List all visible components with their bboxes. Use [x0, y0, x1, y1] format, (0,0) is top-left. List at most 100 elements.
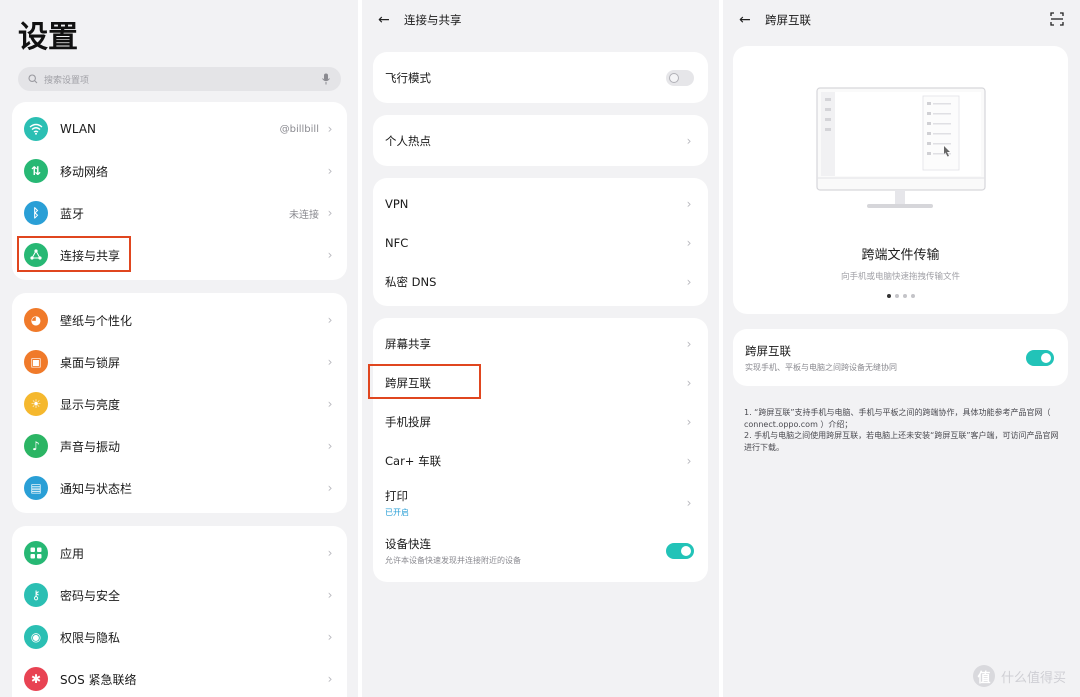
wlan-label: WLAN	[60, 122, 97, 136]
settings-item-sound-vibration[interactable]: ♪ 声音与振动 ›	[12, 425, 347, 467]
print-status: 已开启	[385, 508, 409, 517]
quick-connect-row[interactable]: 设备快连 允许本设备快速发现并连接附近的设备	[373, 528, 708, 574]
print-label: 打印	[385, 489, 408, 503]
apps-icon	[24, 541, 48, 565]
quick-connect-label: 设备快连	[385, 537, 431, 551]
nfc-row[interactable]: NFC ›	[373, 223, 708, 262]
chevron-right-icon: ›	[327, 313, 333, 327]
private-dns-label: 私密 DNS	[385, 274, 437, 289]
sun-icon: ☀	[24, 392, 48, 416]
carplus-row[interactable]: Car+ 车联 ›	[373, 441, 708, 480]
cross-screen-toggle-desc: 实现手机、平板与电脑之间跨设备无缝协同	[745, 362, 897, 372]
settings-item-bluetooth[interactable]: ᛒ 蓝牙 未连接 ›	[12, 192, 347, 234]
back-arrow-icon[interactable]: ←	[739, 12, 755, 28]
settings-item-apps[interactable]: 应用 ›	[12, 532, 347, 574]
page-dot[interactable]	[910, 294, 915, 298]
chevron-right-icon: ›	[327, 122, 333, 136]
watermark: 值 什么值得买	[972, 665, 1066, 687]
settings-item-display-brightness[interactable]: ☀ 显示与亮度 ›	[12, 383, 347, 425]
key-icon: ⚷	[24, 583, 48, 607]
apps-label: 应用	[60, 546, 85, 561]
chevron-right-icon: ›	[686, 375, 692, 390]
microphone-icon[interactable]	[321, 73, 331, 85]
notes: 1. “跨屏互联”支持手机与电脑、手机与平板之间的跨端协作，具体功能参考产品官网…	[744, 407, 1064, 453]
wallpaper-label: 壁纸与个性化	[60, 313, 133, 328]
print-row[interactable]: 打印 已开启 ›	[373, 480, 708, 526]
bluetooth-value: 未连接	[289, 209, 319, 221]
settings-item-mobile-network[interactable]: ⇅ 移动网络 ›	[12, 150, 347, 192]
quick-connect-toggle[interactable]	[666, 543, 694, 559]
settings-panel: 设置 搜索设置项 WLAN @billbill › ⇅ 移动网络 › ᛒ 蓝牙 …	[0, 0, 358, 697]
search-icon	[28, 74, 38, 84]
settings-item-sos[interactable]: ✱ SOS 紧急联络 ›	[12, 658, 347, 697]
carplus-label: Car+ 车联	[385, 453, 442, 468]
watermark-text: 什么值得买	[1000, 670, 1066, 686]
chevron-right-icon: ›	[686, 196, 692, 211]
search-placeholder: 搜索设置项	[44, 75, 90, 86]
page-dot[interactable]	[894, 294, 899, 298]
connection-sharing-panel: ← 连接与共享 飞行模式 个人热点 › VPN › NFC › 私密 DNS ›…	[362, 0, 719, 697]
watermark-logo-icon: 值	[972, 665, 995, 687]
page-title: 连接与共享	[404, 13, 462, 27]
notification-statusbar-label: 通知与状态栏	[60, 481, 133, 496]
mobile-network-label: 移动网络	[60, 164, 109, 179]
page-indicator[interactable]	[733, 294, 1068, 298]
phone-cast-label: 手机投屏	[385, 414, 431, 429]
search-input[interactable]: 搜索设置项	[18, 67, 341, 91]
page-dot[interactable]	[902, 294, 907, 298]
vpn-row[interactable]: VPN ›	[373, 184, 708, 223]
picture-icon: ▣	[24, 350, 48, 374]
chevron-right-icon: ›	[686, 414, 692, 429]
monitor-illustration-icon	[816, 87, 986, 208]
illustration-title: 跨端文件传输	[861, 248, 940, 263]
note-2: 2. 手机与电脑之间使用跨屏互联，若电脑上还未安装“跨屏互联”客户端，可访问产品…	[744, 431, 1059, 452]
back-arrow-icon[interactable]: ←	[378, 12, 394, 28]
cross-screen-panel: ← 跨屏互联 跨端文件传输 向手机或电脑快速拖拽传输文件 跨屏互联 实现手机、平…	[723, 0, 1080, 697]
bluetooth-label: 蓝牙	[60, 206, 85, 221]
display-brightness-label: 显示与亮度	[60, 397, 121, 412]
settings-item-wlan[interactable]: WLAN @billbill ›	[12, 108, 347, 150]
chevron-right-icon: ›	[327, 588, 333, 602]
illustration-card: 跨端文件传输 向手机或电脑快速拖拽传输文件	[733, 46, 1068, 314]
highlight-box-cross-screen	[368, 364, 481, 399]
quick-connect-desc: 允许本设备快速发现并连接附近的设备	[385, 556, 521, 565]
password-security-label: 密码与安全	[60, 588, 121, 603]
wlan-value: @billbill	[279, 123, 319, 135]
header: ← 连接与共享	[378, 12, 462, 28]
bell-icon: ♪	[24, 434, 48, 458]
page-dot-active[interactable]	[886, 294, 891, 298]
airplane-mode-toggle[interactable]	[666, 69, 694, 86]
settings-item-password-security[interactable]: ⚷ 密码与安全 ›	[12, 574, 347, 616]
hotspot-card: 个人热点 ›	[373, 115, 708, 166]
cross-screen-toggle[interactable]	[1026, 349, 1054, 366]
settings-item-wallpaper[interactable]: ◕ 壁纸与个性化 ›	[12, 299, 347, 341]
chevron-right-icon: ›	[327, 546, 333, 560]
nfc-label: NFC	[385, 235, 409, 250]
private-dns-row[interactable]: 私密 DNS ›	[373, 262, 708, 301]
chevron-right-icon: ›	[327, 630, 333, 644]
network-card: VPN › NFC › 私密 DNS ›	[373, 178, 708, 306]
chevron-right-icon: ›	[686, 336, 692, 351]
cross-screen-toggle-row[interactable]: 跨屏互联 实现手机、平板与电脑之间跨设备无缝协同	[733, 329, 1068, 386]
scan-icon[interactable]	[1050, 12, 1064, 26]
airplane-mode-row[interactable]: 飞行模式	[373, 52, 708, 103]
chevron-right-icon: ›	[327, 672, 333, 686]
hotspot-row[interactable]: 个人热点 ›	[373, 115, 708, 166]
sound-vibration-label: 声音与振动	[60, 439, 121, 454]
highlight-box-connection-sharing	[17, 236, 131, 272]
settings-item-desktop-lockscreen[interactable]: ▣ 桌面与锁屏 ›	[12, 341, 347, 383]
airplane-mode-label: 飞行模式	[385, 70, 431, 85]
settings-group-display: ◕ 壁纸与个性化 › ▣ 桌面与锁屏 › ☀ 显示与亮度 › ♪ 声音与振动 ›…	[12, 293, 347, 513]
screen-share-row[interactable]: 屏幕共享 ›	[373, 324, 708, 363]
screen-share-label: 屏幕共享	[385, 336, 431, 351]
phone-cast-row[interactable]: 手机投屏 ›	[373, 402, 708, 441]
devices-card: 屏幕共享 › 跨屏互联 › 手机投屏 › Car+ 车联 › 打印 已开启 › …	[373, 318, 708, 582]
settings-item-permission-privacy[interactable]: ◉ 权限与隐私 ›	[12, 616, 347, 658]
chevron-right-icon: ›	[686, 133, 692, 148]
settings-group-apps-security: 应用 › ⚷ 密码与安全 › ◉ 权限与隐私 › ✱ SOS 紧急联络 ›	[12, 526, 347, 697]
wifi-icon	[24, 117, 48, 141]
chevron-right-icon: ›	[327, 397, 333, 411]
settings-item-notification-statusbar[interactable]: ▤ 通知与状态栏 ›	[12, 467, 347, 509]
sos-label: SOS 紧急联络	[60, 672, 137, 687]
chevron-right-icon: ›	[327, 481, 333, 495]
